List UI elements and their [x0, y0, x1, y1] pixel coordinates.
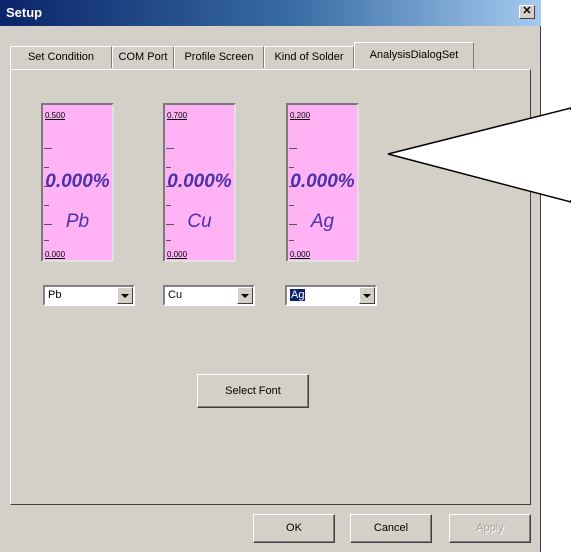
tab-label: AnalysisDialogSet: [369, 49, 459, 61]
tab-analysis-dialog-set[interactable]: AnalysisDialogSet: [354, 42, 474, 69]
callout-pointer: [387, 107, 571, 203]
